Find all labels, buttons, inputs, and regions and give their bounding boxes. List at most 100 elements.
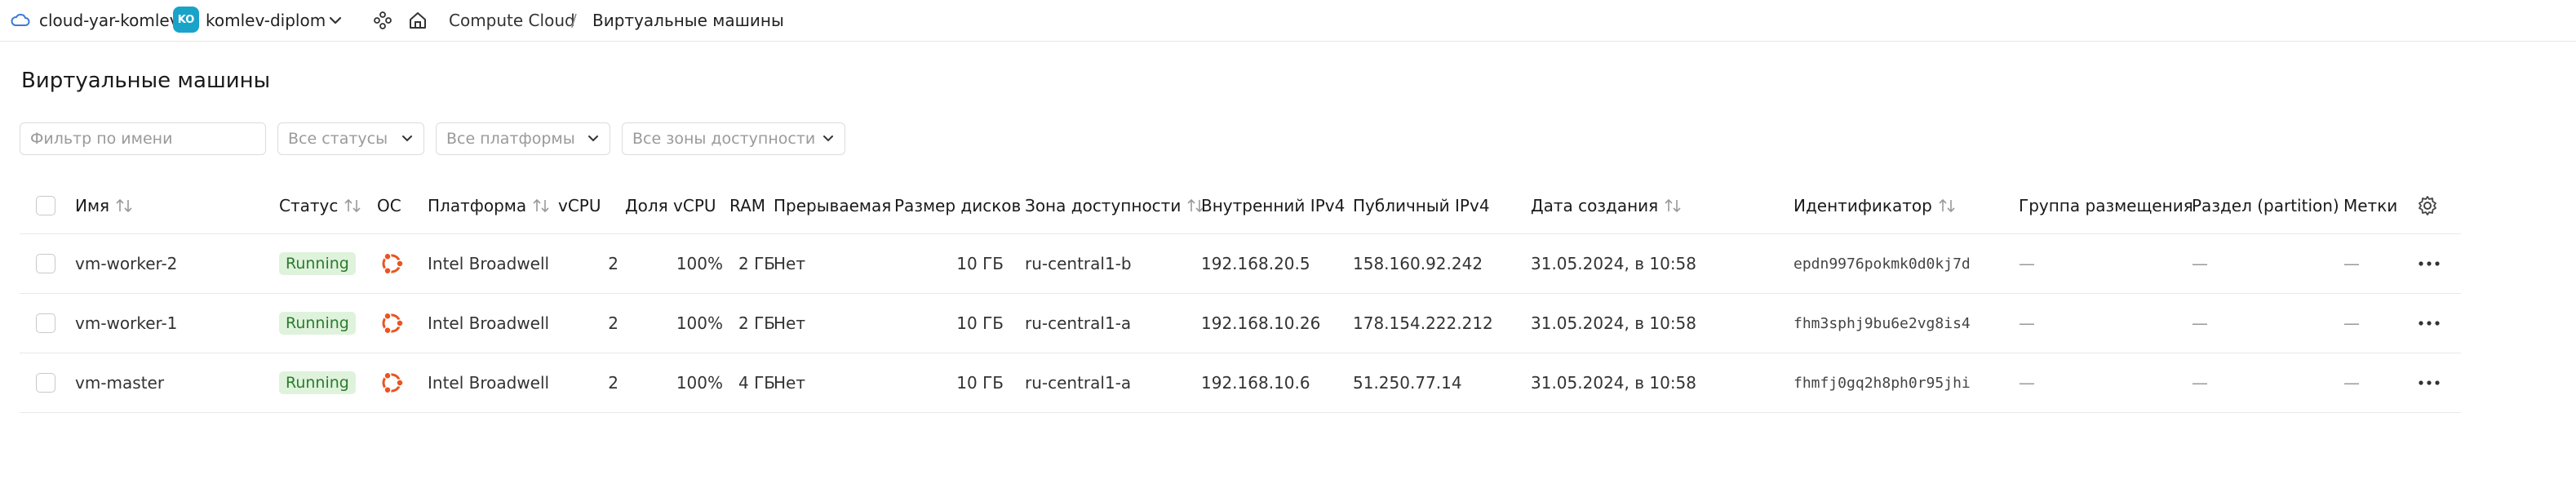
zone-filter-select[interactable]: Все зоны доступности	[622, 122, 845, 155]
ipv4-public: 158.160.92.242	[1353, 254, 1483, 273]
os-cell	[377, 294, 406, 353]
labels: —	[2343, 373, 2360, 393]
column-header-name[interactable]: Имя	[75, 178, 134, 233]
name-filter-input[interactable]: Фильтр по имени	[20, 122, 266, 155]
column-header-id[interactable]: Идентификатор	[1793, 178, 1957, 233]
sort-icon[interactable]	[1937, 198, 1957, 214]
sort-icon[interactable]	[531, 198, 551, 214]
row-checkbox[interactable]	[36, 373, 55, 393]
vcpu-share: 100%	[676, 254, 723, 273]
platform-filter-value: Все платформы	[446, 130, 575, 148]
folder-selector[interactable]: komlev-diplom	[206, 10, 326, 31]
vm-name[interactable]: vm-worker-2	[75, 234, 177, 293]
column-header-partition: Раздел (partition)	[2192, 196, 2339, 215]
status-filter-select[interactable]: Все статусы	[277, 122, 424, 155]
row-select-cell	[36, 353, 55, 412]
table-header: Имя Статус ОС Платформа vCPU Доля vCPU R…	[20, 178, 2461, 234]
table-row[interactable]: vm-worker-1 Running Intel Broadwell 2 10…	[20, 294, 2461, 353]
select-all-checkbox[interactable]	[36, 196, 55, 215]
status-cell: Running	[279, 294, 356, 353]
select-all-cell	[36, 178, 55, 233]
breadcrumb-service[interactable]: Compute Cloud	[449, 10, 575, 31]
status-badge: Running	[279, 312, 356, 335]
vm-name[interactable]: vm-worker-1	[75, 294, 177, 353]
vcpu-share: 100%	[676, 313, 723, 333]
ipv4-internal: 192.168.20.5	[1201, 254, 1310, 273]
ram: 2 ГБ	[738, 254, 775, 273]
column-settings[interactable]	[2417, 178, 2438, 233]
column-header-labels: Метки	[2343, 196, 2398, 215]
folder-avatar: KO	[173, 7, 199, 33]
chevron-down-icon	[402, 135, 412, 142]
row-checkbox[interactable]	[36, 254, 55, 273]
zone: ru-central1-b	[1025, 254, 1132, 273]
row-select-cell	[36, 294, 55, 353]
more-icon[interactable]	[2417, 260, 2441, 268]
cloud-selector[interactable]: cloud-yar-komlev	[39, 10, 180, 31]
ipv4-public: 51.250.77.14	[1353, 373, 1462, 393]
breadcrumb-separator: /	[571, 11, 577, 30]
row-actions[interactable]	[2417, 294, 2441, 353]
gear-icon[interactable]	[2417, 195, 2438, 216]
ubuntu-icon	[382, 371, 404, 394]
sort-icon[interactable]	[114, 198, 134, 214]
column-header-status[interactable]: Статус	[279, 178, 362, 233]
column-header-platform[interactable]: Платформа	[428, 178, 551, 233]
ipv4-internal: 192.168.10.6	[1201, 373, 1310, 393]
partition: —	[2192, 254, 2208, 273]
row-select-cell	[36, 234, 55, 293]
vcpu: 2	[608, 254, 619, 273]
ram: 2 ГБ	[738, 313, 775, 333]
column-header-vcpu-share: Доля vCPU	[625, 196, 716, 215]
column-label: Статус	[279, 196, 339, 215]
zone: ru-central1-a	[1025, 373, 1132, 393]
more-icon[interactable]	[2417, 319, 2441, 327]
row-actions[interactable]	[2417, 353, 2441, 412]
column-label: Зона доступности	[1025, 196, 1182, 215]
column-label: Идентификатор	[1793, 196, 1932, 215]
chevron-down-icon	[588, 135, 598, 142]
partition: —	[2192, 373, 2208, 393]
sort-icon[interactable]	[1663, 198, 1683, 214]
vm-id: epdn9976pokmk0d0kj7d	[1793, 255, 1971, 273]
table-row[interactable]: vm-master Running Intel Broadwell 2 100%…	[20, 353, 2461, 413]
table-row[interactable]: vm-worker-2 Running Intel Broadwell 2 10…	[20, 234, 2461, 294]
column-header-os: ОС	[377, 196, 401, 215]
row-checkbox[interactable]	[36, 313, 55, 333]
vm-name[interactable]: vm-master	[75, 353, 164, 412]
vcpu-share: 100%	[676, 373, 723, 393]
page-title: Виртуальные машины	[21, 69, 271, 93]
platform-filter-select[interactable]: Все платформы	[436, 122, 610, 155]
ubuntu-icon	[382, 252, 404, 275]
disk-size: 10 ГБ	[956, 254, 1004, 273]
placement-group: —	[2019, 313, 2035, 333]
placement-group: —	[2019, 254, 2035, 273]
column-header-zone[interactable]: Зона доступности	[1025, 178, 1205, 233]
ipv4-internal: 192.168.10.26	[1201, 313, 1321, 333]
vcpu: 2	[608, 313, 619, 333]
platform: Intel Broadwell	[428, 313, 550, 333]
status-cell: Running	[279, 353, 356, 412]
more-icon[interactable]	[2417, 379, 2441, 387]
status-badge: Running	[279, 371, 356, 394]
column-header-created[interactable]: Дата создания	[1531, 178, 1683, 233]
preemptible: Нет	[774, 254, 805, 273]
status-filter-value: Все статусы	[288, 130, 388, 148]
sort-icon[interactable]	[343, 198, 362, 214]
row-actions[interactable]	[2417, 234, 2441, 293]
column-header-ram: RAM	[729, 196, 766, 215]
status-cell: Running	[279, 234, 356, 293]
platform: Intel Broadwell	[428, 254, 550, 273]
name-filter-placeholder: Фильтр по имени	[30, 130, 173, 148]
disk-size: 10 ГБ	[956, 373, 1004, 393]
column-header-ipv4-internal: Внутренний IPv4	[1201, 196, 1346, 215]
vcpu: 2	[608, 373, 619, 393]
status-badge: Running	[279, 252, 356, 275]
column-header-preemptible: Прерываемая	[774, 196, 892, 215]
services-icon[interactable]	[372, 10, 393, 31]
vm-id: fhmfj0gq2h8ph0r95jhi	[1793, 374, 1971, 392]
home-icon[interactable]	[406, 9, 429, 32]
chevron-down-icon[interactable]	[326, 11, 344, 29]
disk-size: 10 ГБ	[956, 313, 1004, 333]
platform: Intel Broadwell	[428, 373, 550, 393]
